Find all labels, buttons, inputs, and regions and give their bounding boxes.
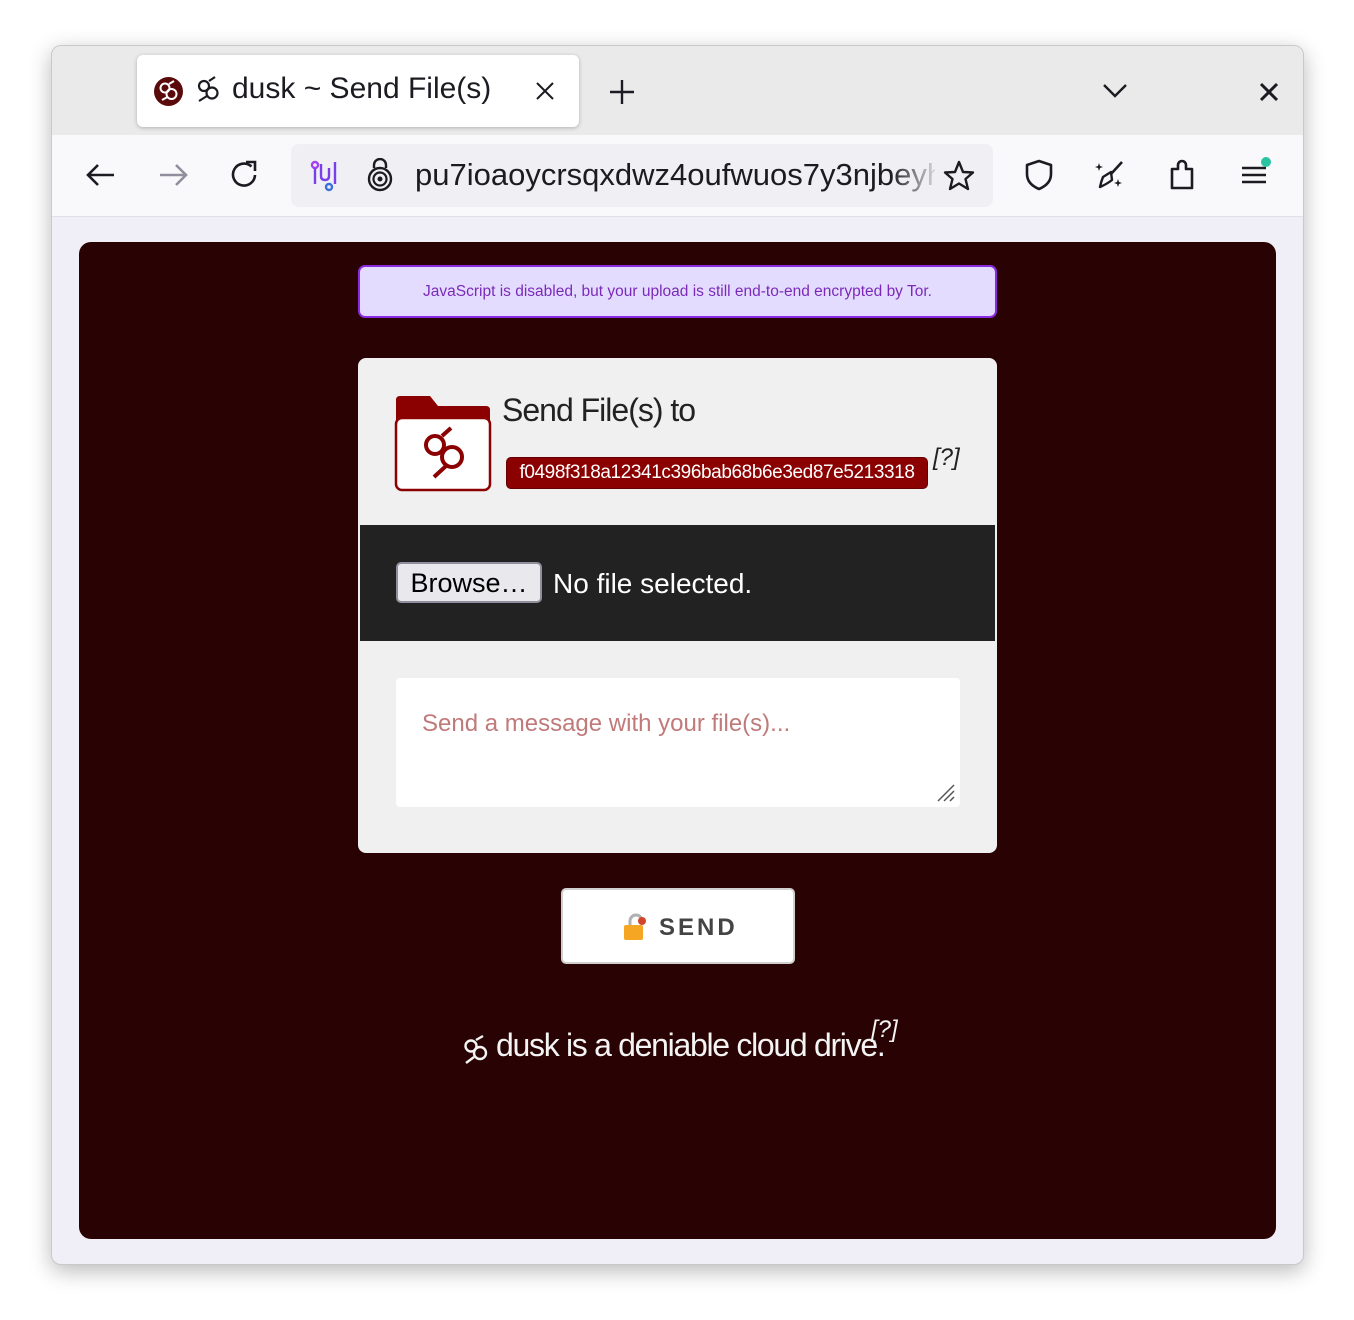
lock-icon: [624, 913, 646, 940]
file-status: No file selected.: [553, 568, 753, 599]
close-icon[interactable]: [533, 79, 557, 103]
message-placeholder: Send a message with your file(s)...: [422, 710, 791, 737]
menu-icon[interactable]: [1236, 157, 1272, 193]
url-text[interactable]: pu7ioaoycrsqxdwz4oufwuos7y3njbeyh: [415, 157, 935, 193]
new-identity-broom-icon[interactable]: [1092, 157, 1128, 193]
url-fade: [891, 144, 941, 207]
tab-title: dusk ~ Send File(s): [232, 72, 492, 105]
help-link[interactable]: [?]: [933, 444, 960, 472]
onion-circuit-icon[interactable]: [307, 158, 343, 194]
tab-dusk-send-files[interactable]: dusk ~ Send File(s): [137, 55, 579, 127]
dusk-logo-icon: [464, 1034, 488, 1064]
file-input: Browse… No file selected.: [360, 525, 995, 641]
footer-help-link[interactable]: [?]: [871, 1016, 898, 1044]
resize-handle-icon[interactable]: [934, 781, 956, 803]
send-files-card: Send File(s) to f0498f318a12341c396bab68…: [358, 358, 997, 853]
browser-window: dusk ~ Send File(s) pu7ioaoycrsqxdwz4ouf…: [51, 45, 1304, 1265]
javascript-disabled-notice: JavaScript is disabled, but your upload …: [358, 265, 997, 318]
tab-strip: dusk ~ Send File(s): [52, 46, 1303, 135]
window-close-icon[interactable]: [1257, 80, 1281, 104]
navigation-toolbar: pu7ioaoycrsqxdwz4oufwuos7y3njbeyh: [52, 135, 1303, 217]
extensions-icon[interactable]: [1165, 157, 1201, 193]
send-label: SEND: [659, 914, 738, 941]
shield-icon[interactable]: [1021, 157, 1057, 193]
page-content: JavaScript is disabled, but your upload …: [79, 242, 1276, 1239]
send-button[interactable]: SEND: [561, 888, 795, 964]
plus-icon[interactable]: [607, 77, 637, 107]
message-textarea[interactable]: Send a message with your file(s)...: [396, 678, 960, 807]
dusk-favicon-icon: [154, 77, 183, 106]
onion-lock-icon[interactable]: [362, 158, 398, 194]
back-icon[interactable]: [83, 157, 119, 193]
reload-icon[interactable]: [227, 157, 263, 193]
chevron-down-icon[interactable]: [1101, 80, 1129, 100]
bookmark-star-icon[interactable]: [941, 158, 977, 194]
card-title: Send File(s) to: [502, 392, 696, 428]
dusk-logo-icon: [197, 76, 219, 102]
browse-button[interactable]: Browse…: [396, 562, 542, 603]
recipient-hash: f0498f318a12341c396bab68b6e3ed87e5213318: [507, 458, 927, 488]
forward-icon[interactable]: [155, 157, 191, 193]
url-bar[interactable]: pu7ioaoycrsqxdwz4oufwuos7y3njbeyh: [291, 144, 993, 207]
folder-icon: [394, 396, 492, 492]
footer-text: dusk is a deniable cloud drive.: [496, 1027, 886, 1063]
